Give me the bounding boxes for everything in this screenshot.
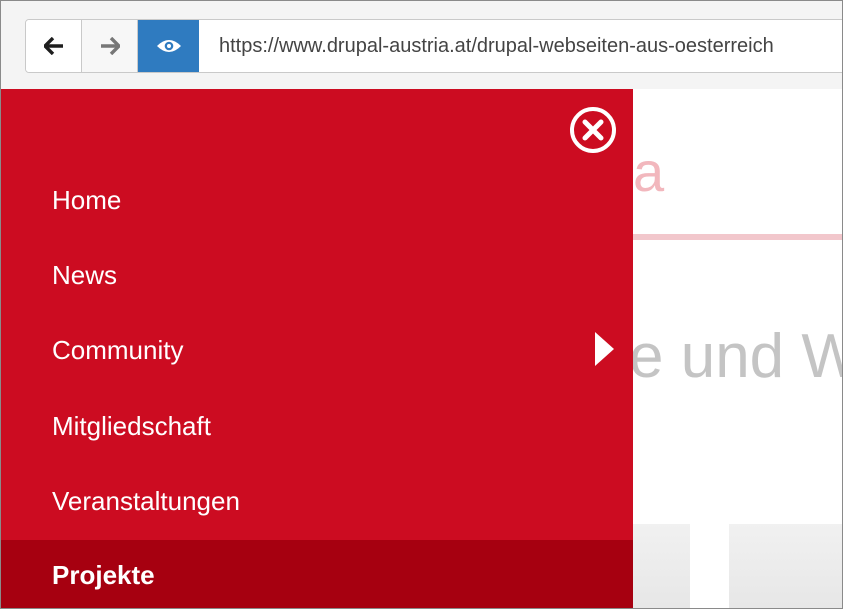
content-card[interactable] [729,524,842,608]
forward-button[interactable] [82,20,138,72]
navigation-bar: https://www.drupal-austria.at/drupal-web… [25,19,842,73]
arrow-left-icon [43,37,63,55]
menu-item-label: Mitgliedschaft [52,410,211,441]
close-menu-button[interactable] [569,106,617,154]
page-heading-fragment: e und W [629,322,843,391]
header-divider [633,234,842,240]
view-button[interactable] [138,20,199,72]
menu-item-news[interactable]: News [1,240,633,310]
menu-item-projekte[interactable]: Projekte [1,540,633,608]
menu-item-label: Projekte [52,559,155,590]
menu-item-label: Home [52,184,122,215]
submenu-arrow-icon[interactable] [595,332,614,366]
back-button[interactable] [26,20,82,72]
arrow-right-icon [100,37,120,55]
offcanvas-menu: Home News Community Mitgliedschaft Veran… [1,89,633,608]
menu-item-home[interactable]: Home [1,165,633,235]
content-card[interactable] [633,524,690,608]
menu-item-label: News [52,259,118,290]
browser-window: https://www.drupal-austria.at/drupal-web… [0,0,843,609]
menu-item-label: Veranstaltungen [52,485,240,516]
menu-item-veranstaltungen[interactable]: Veranstaltungen [1,466,633,536]
close-circle-icon [570,107,616,153]
browser-toolbar: https://www.drupal-austria.at/drupal-web… [1,1,842,89]
menu-item-label: Community [52,334,184,365]
site-logo-fragment: a [633,140,665,203]
menu-item-mitgliedschaft[interactable]: Mitgliedschaft [1,391,633,461]
menu-item-community[interactable]: Community [1,315,633,385]
address-bar[interactable]: https://www.drupal-austria.at/drupal-web… [199,20,842,72]
url-text: https://www.drupal-austria.at/drupal-web… [219,34,774,57]
eye-icon [156,40,181,52]
